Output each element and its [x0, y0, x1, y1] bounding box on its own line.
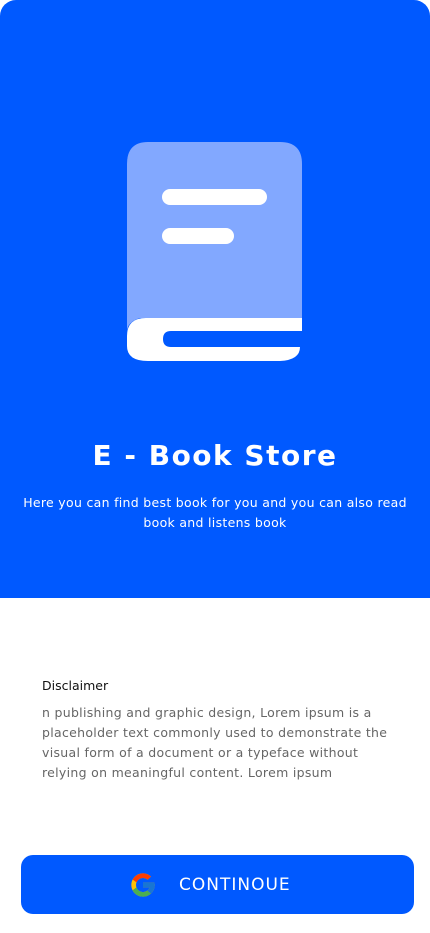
google-icon — [131, 873, 155, 897]
hero-banner: E - Book Store Here you can find best bo… — [0, 0, 430, 598]
app-subtitle: Here you can find best book for you and … — [23, 495, 407, 530]
book-text-line-2 — [162, 228, 234, 244]
disclaimer-section: Disclaimer n publishing and graphic desi… — [42, 676, 402, 783]
disclaimer-text: n publishing and graphic design, Lorem i… — [42, 705, 388, 780]
continue-button-label: CONTINOUE — [179, 875, 291, 895]
book-pages — [127, 318, 302, 361]
app-title: E - Book Store — [92, 439, 338, 472]
continue-with-google-button[interactable]: CONTINOUE — [21, 855, 414, 914]
book-icon — [127, 142, 302, 361]
disclaimer-title: Disclaimer — [42, 678, 109, 693]
book-text-line-1 — [162, 189, 267, 205]
